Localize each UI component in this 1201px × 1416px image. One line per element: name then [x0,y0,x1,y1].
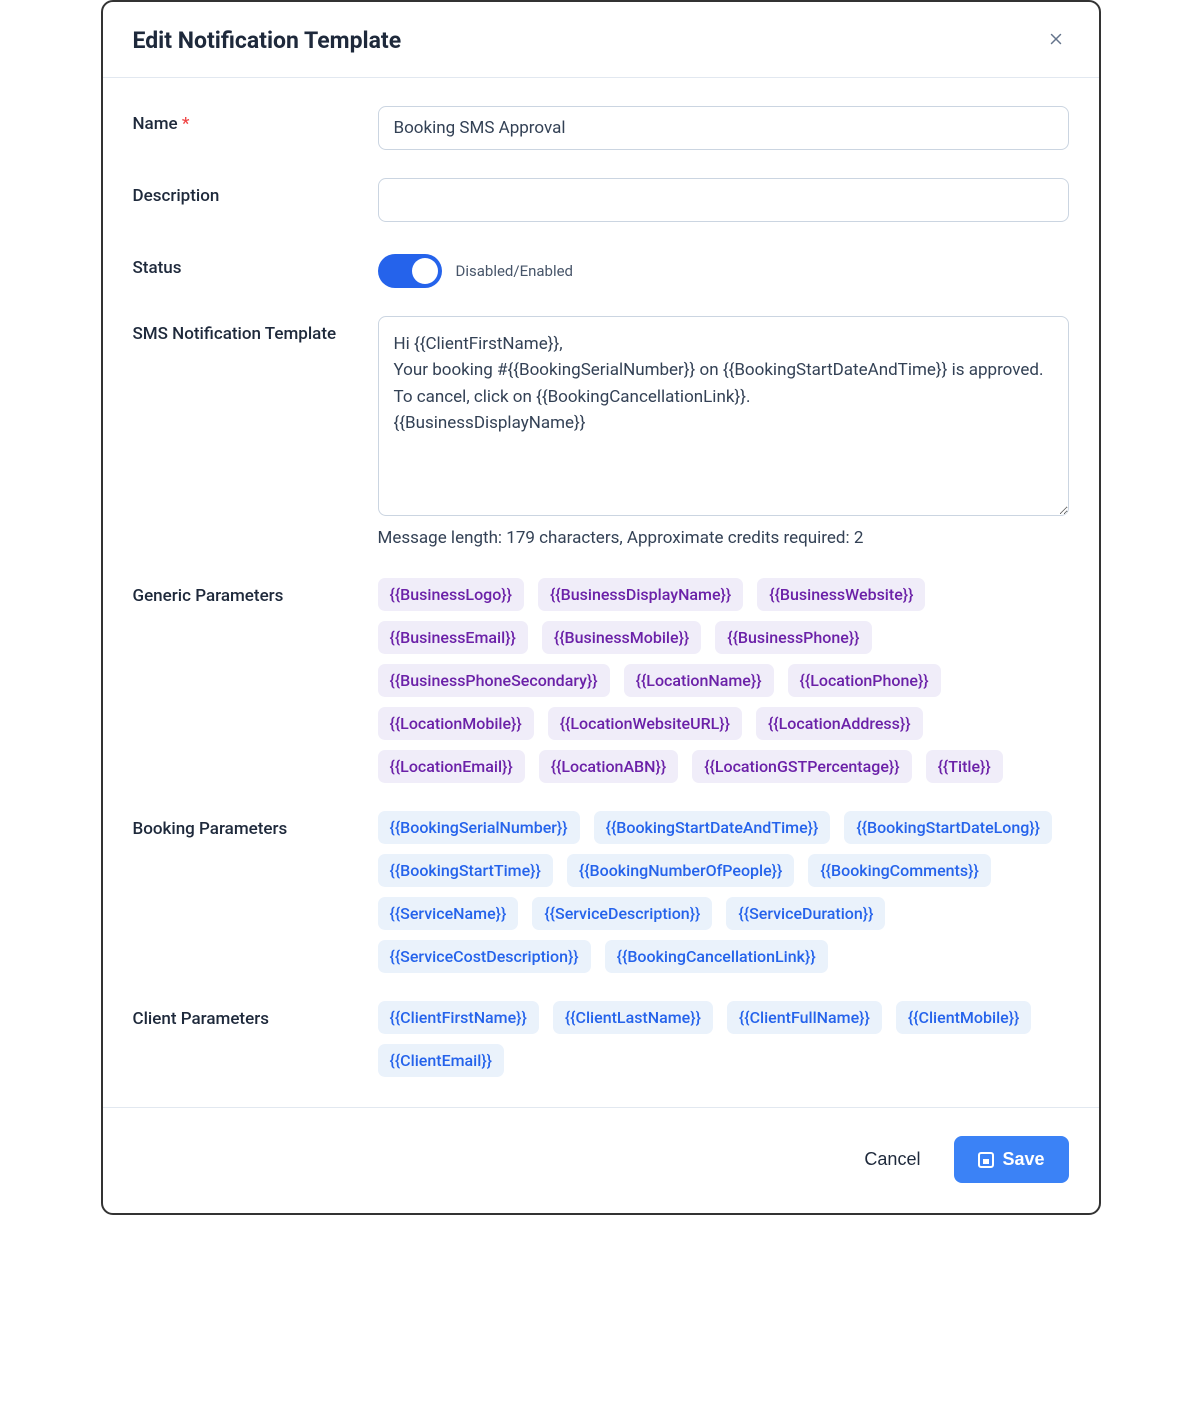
label-booking-params: Booking Parameters [133,811,378,839]
booking_parameters-chip[interactable]: {{BookingSerialNumber}} [378,811,580,844]
label-client-params: Client Parameters [133,1001,378,1029]
generic_parameters-chip[interactable]: {{LocationABN}} [539,750,679,783]
generic_parameters-chip[interactable]: {{Title}} [926,750,1003,783]
name-input[interactable] [378,106,1069,150]
generic_parameters-chip[interactable]: {{LocationPhone}} [788,664,941,697]
edit-notification-modal: Edit Notification Template Name * Descri… [101,0,1101,1215]
msg-length-value: 179 characters, [506,528,622,548]
row-client-params: Client Parameters {{ClientFirstName}}{{C… [133,1001,1069,1077]
row-status: Status Disabled/Enabled [133,250,1069,288]
toggle-knob [412,258,438,284]
field-booking-params: {{BookingSerialNumber}} {{BookingStartDat… [378,811,1069,973]
generic_parameters-chip[interactable]: {{LocationGSTPercentage}} [692,750,911,783]
msg-length-label: Message length: [378,528,507,548]
client_parameters-chip[interactable]: {{ClientFirstName}} [378,1001,539,1034]
field-sms-template: Message length: 179 characters, Approxim… [378,316,1069,548]
label-name: Name * [133,106,378,134]
booking_parameters-chip[interactable]: {{BookingStartDateLong}} [844,811,1052,844]
generic_parameters-chip[interactable]: {{BusinessEmail}} [378,621,528,654]
status-toggle-wrap: Disabled/Enabled [378,250,1069,288]
row-name: Name * [133,106,1069,150]
generic_parameters-chip[interactable]: {{LocationWebsiteURL}} [548,707,742,740]
label-name-text: Name [133,114,178,134]
client-chips: {{ClientFirstName}} {{ClientLastName}} {{C… [378,1001,1069,1077]
msg-credits-label: Approximate credits required: [623,528,854,548]
field-name [378,106,1069,150]
booking_parameters-chip[interactable]: {{BookingNumberOfPeople}} [567,854,794,887]
generic_parameters-chip[interactable]: {{BusinessPhoneSecondary}} [378,664,610,697]
generic_parameters-chip[interactable]: {{BusinessPhone}} [715,621,871,654]
sms-template-textarea[interactable] [378,316,1069,516]
label-generic-params: Generic Parameters [133,578,378,606]
client_parameters-chip[interactable]: {{ClientEmail}} [378,1044,505,1077]
generic_parameters-chip[interactable]: {{LocationEmail}} [378,750,525,783]
booking_parameters-chip[interactable]: {{BookingComments}} [808,854,990,887]
booking_parameters-chip[interactable]: {{ServiceName}} [378,897,519,930]
booking_parameters-chip[interactable]: {{BookingStartTime}} [378,854,553,887]
status-caption: Disabled/Enabled [456,262,574,280]
field-client-params: {{ClientFirstName}} {{ClientLastName}} {{C… [378,1001,1069,1077]
label-sms-template: SMS Notification Template [133,316,378,344]
message-info: Message length: 179 characters, Approxim… [378,528,1069,548]
row-sms-template: SMS Notification Template Message length… [133,316,1069,548]
client_parameters-chip[interactable]: {{ClientLastName}} [553,1001,713,1034]
label-description: Description [133,178,378,206]
field-generic-params: {{BusinessLogo}} {{BusinessDisplayName}} {… [378,578,1069,783]
generic_parameters-chip[interactable]: {{LocationMobile}} [378,707,534,740]
label-status: Status [133,250,378,278]
save-button[interactable]: Save [954,1136,1068,1183]
generic-chips: {{BusinessLogo}} {{BusinessDisplayName}} {… [378,578,1069,783]
generic_parameters-chip[interactable]: {{BusinessDisplayName}} [538,578,743,611]
generic_parameters-chip[interactable]: {{LocationAddress}} [756,707,923,740]
booking_parameters-chip[interactable]: {{ServiceDuration}} [726,897,885,930]
field-description [378,178,1069,222]
save-button-label: Save [1002,1149,1044,1170]
modal-header: Edit Notification Template [103,2,1099,78]
booking_parameters-chip[interactable]: {{ServiceCostDescription}} [378,940,591,973]
booking_parameters-chip[interactable]: {{BookingStartDateAndTime}} [594,811,831,844]
booking_parameters-chip[interactable]: {{BookingCancellationLink}} [605,940,828,973]
required-mark: * [182,114,190,134]
booking-chips: {{BookingSerialNumber}} {{BookingStartDat… [378,811,1069,973]
booking_parameters-chip[interactable]: {{ServiceDescription}} [532,897,712,930]
status-toggle[interactable] [378,254,442,288]
client_parameters-chip[interactable]: {{ClientMobile}} [896,1001,1032,1034]
field-status: Disabled/Enabled [378,250,1069,288]
row-generic-params: Generic Parameters {{BusinessLogo}}{{Bus… [133,578,1069,783]
close-icon[interactable] [1043,26,1069,55]
description-input[interactable] [378,178,1069,222]
row-description: Description [133,178,1069,222]
modal-body: Name * Description Status Disabled [103,78,1099,1107]
modal-title: Edit Notification Template [133,27,402,54]
client_parameters-chip[interactable]: {{ClientFullName}} [727,1001,882,1034]
row-booking-params: Booking Parameters {{BookingSerialNumber… [133,811,1069,973]
save-icon [978,1152,994,1168]
generic_parameters-chip[interactable]: {{BusinessWebsite}} [757,578,925,611]
generic_parameters-chip[interactable]: {{LocationName}} [624,664,774,697]
modal-footer: Cancel Save [103,1107,1099,1213]
generic_parameters-chip[interactable]: {{BusinessLogo}} [378,578,524,611]
cancel-button[interactable]: Cancel [858,1148,926,1171]
msg-credits-value: 2 [854,528,864,548]
generic_parameters-chip[interactable]: {{BusinessMobile}} [542,621,701,654]
